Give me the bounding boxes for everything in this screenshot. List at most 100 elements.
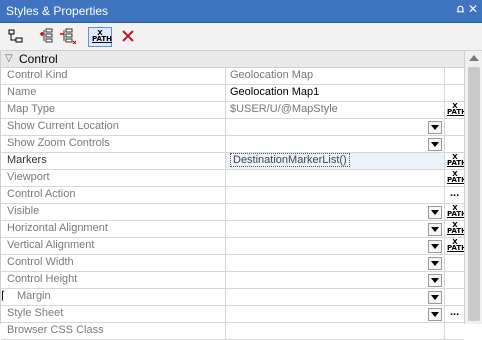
property-row[interactable]: ⌈ Margin — [1, 289, 464, 306]
property-name: Style Sheet — [7, 307, 64, 319]
delete-button[interactable] — [118, 27, 138, 45]
xpath-icon-bottom: PATH — [447, 176, 467, 184]
collapse-triangle-icon[interactable]: ▽ — [5, 53, 13, 64]
xpath-icon[interactable]: X PATH — [447, 205, 467, 219]
property-value-cell[interactable] — [225, 289, 444, 305]
xpath-toggle-button[interactable]: X PATH — [88, 27, 112, 47]
property-value[interactable]: $USER/U/@MapStyle — [230, 103, 338, 115]
xpath-icon-bottom: PATH — [447, 210, 467, 218]
dropdown-arrow-icon[interactable] — [428, 257, 442, 270]
property-value-cell[interactable] — [225, 323, 444, 339]
property-value-cell[interactable] — [225, 238, 444, 254]
property-row[interactable]: Viewport X PATH — [1, 170, 467, 187]
pin-icon[interactable]: ⩍ — [457, 3, 464, 16]
section-control[interactable]: ▽ Control — [1, 51, 464, 68]
property-value-cell[interactable] — [225, 306, 444, 322]
property-action-cell: X PATH — [444, 221, 467, 237]
property-row[interactable]: Control Height — [1, 272, 464, 289]
property-value-cell[interactable]: Geolocation Map — [225, 68, 444, 84]
vertical-scrollbar[interactable] — [464, 51, 482, 324]
xpath-icon[interactable]: X PATH — [447, 239, 467, 253]
xpath-icon[interactable]: X PATH — [447, 222, 467, 236]
dropdown-arrow-icon[interactable] — [428, 138, 442, 151]
property-value-cell[interactable] — [225, 187, 444, 203]
property-value[interactable]: Geolocation Map — [230, 69, 313, 81]
property-row[interactable]: Visible X PATH — [1, 204, 467, 221]
remove-style-icon — [60, 28, 77, 44]
property-name: Horizontal Alignment — [7, 222, 108, 234]
dropdown-arrow-icon[interactable] — [428, 308, 442, 321]
property-row[interactable]: Markers DestinationMarkerList() X PATH — [1, 153, 467, 170]
property-action-cell — [444, 136, 465, 152]
dropdown-arrow-icon[interactable] — [428, 121, 442, 134]
property-value-cell[interactable]: $USER/U/@MapStyle — [225, 102, 444, 118]
dropdown-arrow-icon[interactable] — [428, 274, 442, 287]
property-name: Visible — [7, 205, 40, 217]
property-row[interactable]: Map Type $USER/U/@MapStyle X PATH — [1, 102, 467, 119]
expand-group-icon[interactable]: ⌈ — [1, 290, 5, 302]
property-value-cell[interactable]: DestinationMarkerList() — [225, 153, 444, 169]
property-value-cell[interactable] — [225, 170, 444, 186]
property-name: Browser CSS Class — [7, 324, 104, 336]
property-value[interactable]: DestinationMarkerList() — [230, 153, 350, 167]
property-name: Control Height — [7, 273, 78, 285]
dropdown-arrow-icon[interactable] — [428, 291, 442, 304]
property-name: Markers — [7, 154, 47, 166]
property-action-cell — [444, 255, 465, 271]
property-action-cell: X PATH — [444, 153, 467, 169]
remove-style-button[interactable] — [58, 27, 78, 45]
xpath-icon: X PATH — [92, 30, 112, 44]
property-action-cell — [444, 323, 465, 339]
property-row[interactable]: Horizontal Alignment X PATH — [1, 221, 467, 238]
property-value-cell[interactable] — [225, 255, 444, 271]
xpath-icon-bottom: PATH — [447, 108, 467, 116]
property-row[interactable]: Show Zoom Controls — [1, 136, 464, 153]
property-action-cell — [444, 119, 465, 135]
scroll-thumb[interactable] — [468, 67, 480, 321]
ellipsis-button[interactable]: ... — [450, 187, 459, 199]
property-action-cell — [444, 85, 465, 101]
property-value-cell[interactable] — [225, 136, 444, 152]
property-value-cell[interactable]: Geolocation Map1 — [225, 85, 444, 101]
property-action-cell: X PATH — [444, 204, 467, 220]
xpath-icon-bottom: PATH — [447, 244, 467, 252]
property-row[interactable]: Show Current Location — [1, 119, 464, 136]
dropdown-arrow-icon[interactable] — [428, 206, 442, 219]
property-row[interactable]: Vertical Alignment X PATH — [1, 238, 467, 255]
add-style-button[interactable] — [38, 27, 58, 45]
property-name: Control Kind — [7, 69, 68, 81]
property-row[interactable]: Control Action... — [1, 187, 464, 204]
scroll-up-icon[interactable] — [469, 55, 479, 61]
property-value[interactable]: Geolocation Map1 — [230, 86, 319, 98]
property-action-cell — [444, 272, 465, 288]
property-name: Show Zoom Controls — [7, 137, 110, 149]
dropdown-arrow-icon[interactable] — [428, 240, 442, 253]
property-action-cell: ... — [444, 187, 465, 203]
xpath-icon[interactable]: X PATH — [447, 103, 467, 117]
property-name: Map Type — [7, 103, 56, 115]
property-name: Name — [7, 86, 37, 98]
close-icon[interactable]: ✕ — [468, 2, 478, 16]
property-value-cell[interactable] — [225, 221, 444, 237]
property-row[interactable]: Control Width — [1, 255, 464, 272]
panel-title: Styles & Properties — [6, 4, 109, 18]
xpath-icon[interactable]: X PATH — [447, 171, 467, 185]
property-value-cell[interactable] — [225, 119, 444, 135]
property-value-cell[interactable] — [225, 272, 444, 288]
hierarchy-button[interactable] — [6, 27, 26, 45]
property-value-cell[interactable] — [225, 204, 444, 220]
delete-icon — [122, 30, 134, 42]
property-action-cell: X PATH — [444, 102, 467, 118]
property-row[interactable]: Browser CSS Class — [1, 323, 464, 340]
property-row[interactable]: Name Geolocation Map1 — [1, 85, 464, 102]
property-row[interactable]: Control Kind Geolocation Map — [1, 68, 464, 85]
hierarchy-icon — [8, 29, 23, 43]
property-name: Show Current Location — [7, 120, 119, 132]
xpath-icon[interactable]: X PATH — [447, 154, 467, 168]
property-action-cell: X PATH — [444, 170, 467, 186]
property-action-cell: ... — [444, 306, 465, 322]
property-row[interactable]: Style Sheet... — [1, 306, 464, 323]
property-rows: Control Kind Geolocation Map Name Geolocati… — [1, 68, 467, 340]
ellipsis-button[interactable]: ... — [450, 306, 459, 318]
dropdown-arrow-icon[interactable] — [428, 223, 442, 236]
